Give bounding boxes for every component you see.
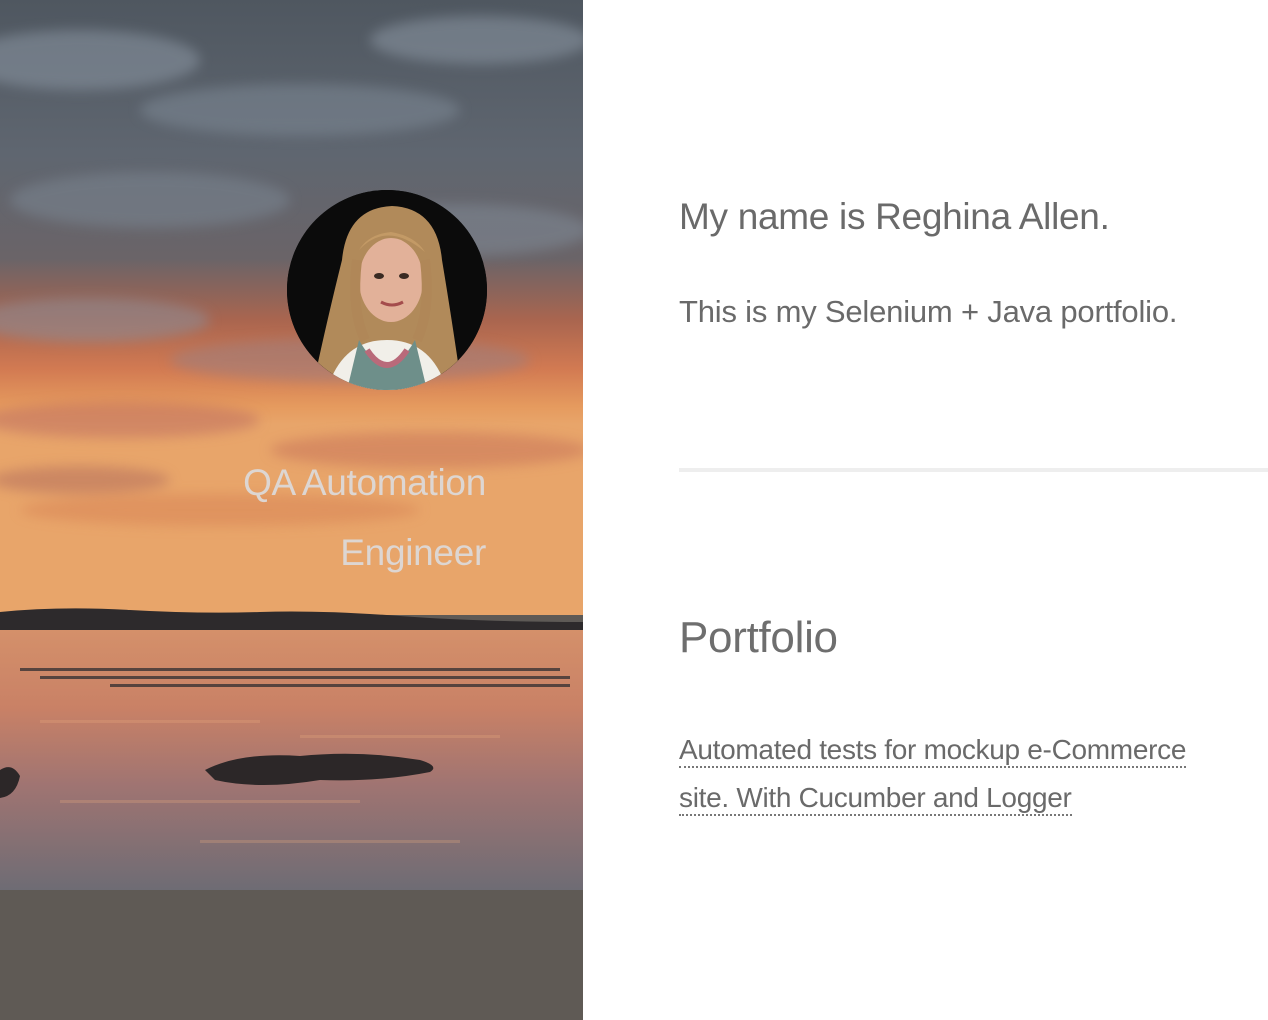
profile-photo-icon bbox=[287, 190, 487, 390]
portfolio-link[interactable]: Automated tests for mockup e-Commerce si… bbox=[679, 726, 1254, 822]
sidebar-footer bbox=[0, 890, 583, 1020]
page: QA Automation Engineer My name is Reghin… bbox=[0, 0, 1268, 1020]
intro-description: This is my Selenium + Java portfolio. bbox=[679, 294, 1178, 329]
job-title: QA Automation Engineer bbox=[186, 448, 486, 588]
job-title-line1: QA Automation bbox=[243, 462, 486, 503]
intro-name: My name is Reghina Allen. bbox=[679, 196, 1110, 237]
sunset-lake-image bbox=[0, 0, 583, 890]
main-content: My name is Reghina Allen. This is my Sel… bbox=[679, 0, 1268, 1020]
job-title-line2: Engineer bbox=[340, 532, 486, 573]
sidebar: QA Automation Engineer bbox=[0, 0, 583, 1020]
portfolio-link-line2[interactable]: site. With Cucumber and Logger bbox=[679, 782, 1072, 816]
section-divider bbox=[679, 468, 1268, 472]
portfolio-link-line1[interactable]: Automated tests for mockup e-Commerce bbox=[679, 734, 1186, 768]
portfolio-heading: Portfolio bbox=[679, 613, 838, 662]
